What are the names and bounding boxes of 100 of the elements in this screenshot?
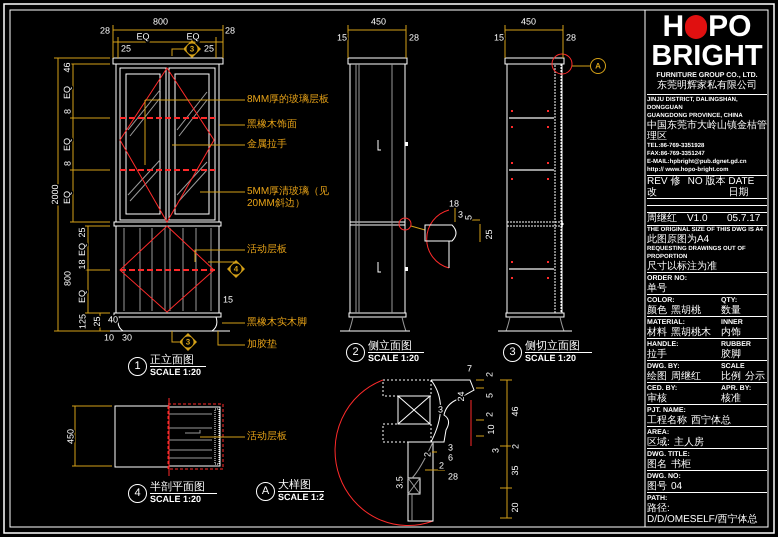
dimension-value: 6 (448, 452, 453, 462)
field-value: D/D/OMESELF/西宁体总 (647, 514, 758, 525)
callout-label: 黑橡木饰面 (247, 119, 297, 131)
field-label: 核准 (721, 393, 741, 404)
dimension-value: 3 (490, 448, 500, 453)
dimension-value: 10 (104, 332, 114, 342)
dimension-value: 25 (77, 228, 87, 238)
field-value: 书柜 (671, 459, 691, 470)
field-label: 图号 (647, 481, 667, 492)
contact-line: 中国东莞市大岭山镇金桔管理区 (647, 120, 767, 142)
scale-label: SCALE 1:20 (368, 353, 420, 364)
dimension-value: 35 (510, 466, 520, 476)
dimension-value: EQ (62, 138, 72, 151)
logo-text: H (662, 12, 684, 42)
dimension-value: 18 (77, 260, 87, 270)
dimension-value: 800 (152, 16, 168, 26)
revision-header: DATE 日期 (728, 176, 756, 198)
section-marker: 3 (183, 40, 201, 58)
callout-label: 8MM厚的玻璃层板 (247, 94, 330, 106)
dimension-value: 46 (510, 406, 520, 416)
section-marker: A (590, 58, 606, 74)
field-value: 主人房 (674, 437, 704, 448)
field-value: 周继红 (671, 371, 701, 382)
dimension-value: 20 (510, 502, 520, 512)
dimension-value: 28 (566, 32, 576, 42)
revision-header: NO 版本 (688, 176, 726, 189)
dimension-value: 28 (225, 26, 235, 36)
field-value: 西宁体总 (691, 415, 731, 426)
dimension-value: 2 (422, 452, 432, 457)
dimension-value: 2 (484, 372, 494, 377)
dimension-value: 2 (484, 412, 494, 417)
dimension-value: 3.5 (394, 476, 404, 489)
scale-label: SCALE 1:2 (278, 492, 324, 503)
field-label: 拉手 (647, 349, 667, 360)
dimension-value: 450 (520, 16, 536, 26)
dimension-value: 2 (439, 460, 444, 470)
dimension-value: 25 (121, 44, 131, 54)
dimension-value: 18 (449, 198, 459, 208)
view-title: 大样图 (278, 479, 324, 492)
field-value: 黑胡桃 (671, 305, 701, 316)
dimension-value: 3 (458, 210, 463, 220)
field-label: 比例 (721, 371, 741, 382)
field-label: 审核 (647, 393, 667, 404)
callout-label: 5MM厚清玻璃（见20MM斜边） (247, 186, 330, 210)
dimension-value: 25 (92, 316, 102, 326)
dimension-value: 46 (62, 62, 72, 72)
dimension-value: 800 (62, 270, 72, 286)
section-marker: 3 (179, 333, 197, 351)
dimension-value: 2 (510, 444, 520, 449)
dimension-value: 30 (122, 332, 132, 342)
company-name: 东莞明辉家私有限公司 (657, 80, 757, 92)
dimension-value: 28 (100, 26, 110, 36)
dimension-value: 28 (448, 472, 458, 482)
dimension-value: EQ (136, 32, 150, 42)
field-label: 路径: (647, 503, 670, 514)
view-title: 侧切立面图 (525, 340, 592, 353)
view-title: 侧立面图 (368, 340, 424, 353)
view-number: 4 (128, 484, 147, 502)
field-label: 内饰 (721, 327, 741, 338)
view-title: 半剖平面图 (150, 481, 217, 494)
scale-label: SCALE 1:20 (150, 367, 202, 378)
drawing-note: 尺寸以标注为准 (647, 261, 718, 272)
callout-label: 金属拉手 (247, 139, 287, 151)
dimension-value: 450 (66, 428, 76, 444)
field-label: 胶脚 (721, 349, 741, 360)
dimension-value: EQ (62, 191, 72, 204)
dimension-value: 8 (62, 161, 72, 166)
dimension-value: 8 (62, 109, 72, 114)
scale-label: SCALE 1:20 (525, 353, 578, 364)
field-label: 单号 (647, 283, 667, 294)
drawing-note: 此图原图为A4 (647, 234, 710, 245)
dimension-value: 2000 (50, 184, 60, 205)
field-value: 黑胡桃木 (671, 327, 711, 338)
dimension-value: 7 (467, 364, 472, 374)
dimension-value: 125 (78, 314, 88, 330)
dimension-value: 3 (448, 442, 453, 452)
revision-cell-text: 05.7.17 (727, 213, 762, 225)
dimension-value: 15 (337, 32, 347, 42)
scale-label: SCALE 1:20 (150, 494, 202, 505)
field-label: 颜色 (647, 305, 667, 316)
view-number: 3 (503, 342, 522, 362)
dimension-value: 40 (108, 314, 118, 324)
dimension-value: 25 (204, 44, 214, 54)
field-value: 分示 (745, 371, 765, 382)
callout-label: 活动层板 (247, 431, 287, 443)
callout-label: 活动层板 (247, 244, 287, 256)
dimension-value: EQ (186, 32, 200, 42)
callout-label: 加胶垫 (247, 339, 277, 351)
dimension-value: EQ (62, 86, 72, 99)
view-number: 1 (128, 356, 147, 376)
revision-cell-text: V1.0 (687, 213, 709, 225)
view-number: A (256, 482, 275, 500)
dimension-value: 5 (464, 215, 474, 220)
view-number: 2 (346, 342, 365, 362)
dimension-value: 15 (223, 294, 233, 304)
field-label: 图名 (647, 459, 667, 470)
revision-header: REV 修改 (647, 176, 682, 198)
dimension-value: EQ (77, 290, 87, 303)
view-title: 正立面图 (150, 354, 206, 367)
dimension-value: EQ (77, 243, 87, 256)
